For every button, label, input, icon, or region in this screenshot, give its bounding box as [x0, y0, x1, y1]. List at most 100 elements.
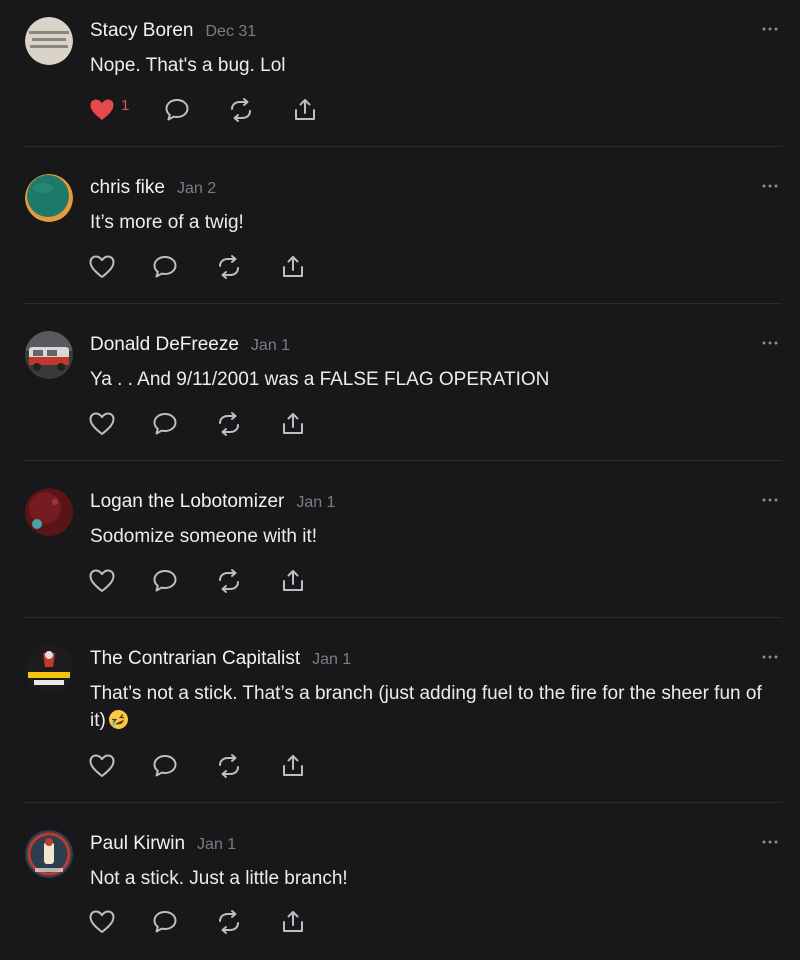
reply-date: Jan 1: [197, 836, 237, 853]
share-icon: [283, 755, 303, 776]
restack-icon: [219, 412, 239, 436]
divider: [24, 146, 782, 147]
share-icon: [283, 256, 303, 277]
reply-actions: [88, 567, 348, 595]
reply-text: It’s more of a twig!: [90, 212, 244, 233]
speech-bubble-icon: [153, 755, 177, 777]
author-name[interactable]: Stacy Boren Dec 31: [90, 20, 256, 42]
ellipsis-icon: [762, 498, 778, 502]
avatar[interactable]: [25, 331, 73, 379]
share-icon: [283, 911, 303, 932]
heart-icon: [89, 255, 115, 278]
ellipsis-icon: [762, 341, 778, 345]
avatar[interactable]: [25, 17, 73, 65]
restack-icon: [219, 255, 239, 279]
like-button[interactable]: [88, 908, 116, 936]
reply-item: The Contrarian Capitalist Jan 1 That’s no…: [0, 628, 800, 803]
author-name[interactable]: Logan the Lobotomizer Jan 1: [90, 491, 336, 513]
more-options-button[interactable]: [760, 332, 780, 352]
reply-button[interactable]: [151, 410, 179, 438]
ellipsis-icon: [762, 655, 778, 659]
heart-icon: [90, 99, 114, 120]
reply-text: Nope. That's a bug. Lol: [90, 55, 286, 76]
ellipsis-icon: [762, 27, 778, 31]
avatar[interactable]: [25, 645, 73, 693]
share-button[interactable]: [279, 410, 307, 438]
speech-bubble-icon: [153, 413, 177, 435]
avatar[interactable]: [25, 174, 73, 222]
restack-button[interactable]: [215, 253, 243, 281]
author-name[interactable]: Donald DeFreeze Jan 1: [90, 334, 290, 356]
heart-icon: [89, 910, 115, 933]
author-name[interactable]: The Contrarian Capitalist Jan 1: [90, 648, 351, 670]
heart-icon: [89, 412, 115, 435]
like-button[interactable]: [88, 567, 116, 595]
reply-date: Jan 1: [250, 337, 291, 354]
reply-item: Donald DeFreeze Jan 1 Ya . . And 9/11/200…: [0, 314, 800, 461]
reply-actions: [88, 253, 348, 281]
reply-button[interactable]: [163, 96, 191, 124]
share-button[interactable]: [291, 96, 319, 124]
reply-actions: 1: [88, 96, 348, 124]
ellipsis-icon: [762, 184, 778, 188]
share-button[interactable]: [279, 567, 307, 595]
speech-bubble-icon: [153, 256, 177, 278]
share-button[interactable]: [279, 253, 307, 281]
speech-bubble-icon: [165, 99, 189, 121]
reply-text: That’s not a stick. That’s a branch (jus…: [90, 683, 762, 731]
like-count: 1: [121, 97, 130, 114]
reply-button[interactable]: [151, 908, 179, 936]
replies-feed: Stacy Boren Dec 31 Nope. That's a bug. Lo…: [0, 0, 800, 960]
speech-bubble-icon: [153, 570, 177, 592]
restack-icon: [219, 910, 239, 934]
like-button[interactable]: [88, 752, 116, 780]
restack-button[interactable]: [215, 567, 243, 595]
more-options-button[interactable]: [760, 831, 780, 851]
like-button[interactable]: [88, 410, 116, 438]
restack-button[interactable]: [215, 752, 243, 780]
reply-date: Dec 31: [205, 23, 257, 40]
restack-icon: [219, 569, 239, 593]
avatar[interactable]: [25, 830, 73, 878]
reply-date: Jan 1: [312, 651, 352, 668]
more-options-button[interactable]: [760, 646, 780, 666]
reply-date: Jan 1: [296, 494, 336, 511]
share-button[interactable]: [279, 752, 307, 780]
like-button[interactable]: [88, 96, 116, 124]
divider: [24, 460, 782, 461]
reply-actions: [88, 410, 348, 438]
speech-bubble-icon: [153, 911, 177, 933]
reply-button[interactable]: [151, 752, 179, 780]
restack-button[interactable]: [215, 410, 243, 438]
avatar[interactable]: [25, 488, 73, 536]
reply-text: Not a stick. Just a little branch!: [90, 868, 348, 889]
share-icon: [295, 99, 315, 120]
restack-button[interactable]: [227, 96, 255, 124]
author-name[interactable]: chris fike Jan 2: [90, 177, 216, 199]
share-button[interactable]: [279, 908, 307, 936]
restack-icon: [219, 754, 239, 778]
author-name[interactable]: Paul Kirwin Jan 1: [90, 833, 236, 855]
reply-actions: [88, 752, 348, 780]
restack-icon: [231, 98, 251, 122]
reply-text: Ya . . And 9/11/2001 was a FALSE FLAG OP…: [90, 369, 550, 390]
divider: [24, 617, 782, 618]
reply-item: Paul Kirwin Jan 1 Not a stick. Just a lit…: [0, 813, 800, 960]
reply-item: chris fike Jan 2 It’s more of a twig!: [0, 157, 800, 304]
heart-icon: [89, 754, 115, 777]
more-options-button[interactable]: [760, 489, 780, 509]
reply-text: Sodomize someone with it!: [90, 526, 318, 547]
share-icon: [283, 413, 303, 434]
reply-item: Stacy Boren Dec 31 Nope. That's a bug. Lo…: [0, 0, 800, 147]
more-options-button[interactable]: [760, 175, 780, 195]
divider: [24, 802, 782, 803]
reply-button[interactable]: [151, 567, 179, 595]
like-button[interactable]: [88, 253, 116, 281]
reply-item: Logan the Lobotomizer Jan 1 Sodomize some…: [0, 471, 800, 618]
divider: [24, 303, 782, 304]
share-icon: [283, 570, 303, 591]
reply-date: Jan 2: [176, 180, 217, 197]
more-options-button[interactable]: [760, 18, 780, 38]
restack-button[interactable]: [215, 908, 243, 936]
reply-button[interactable]: [151, 253, 179, 281]
